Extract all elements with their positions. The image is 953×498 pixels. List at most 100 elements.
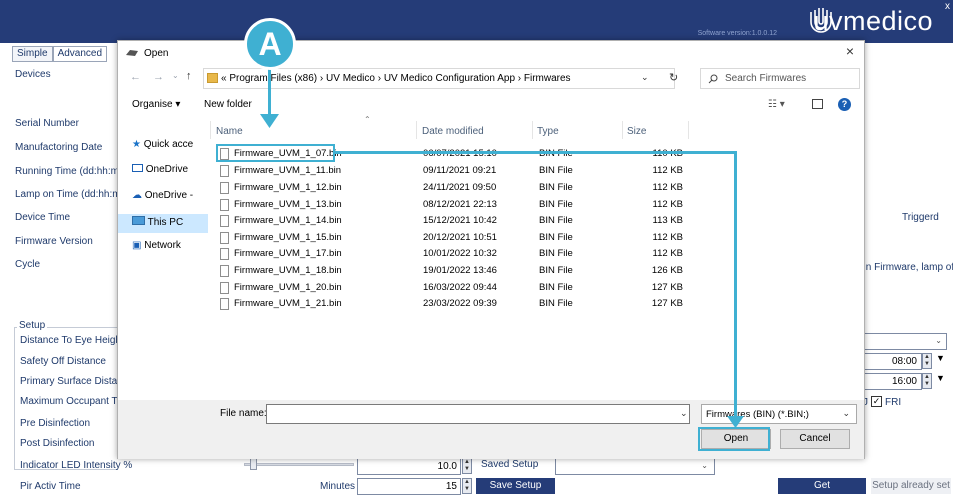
open-dialog-icon (126, 50, 138, 56)
file-date: 10/01/2022 10:32 (423, 248, 497, 259)
primary-surface-spinner[interactable]: ▲ ▼ (922, 373, 932, 389)
column-header-date[interactable]: Date modified (422, 126, 484, 137)
file-size: 112 KB (652, 232, 683, 243)
file-size: 112 KB (652, 165, 683, 176)
cancel-button[interactable]: Cancel (780, 429, 850, 449)
new-folder-button[interactable]: New folder (204, 99, 252, 110)
file-icon (220, 182, 229, 194)
file-size: 112 KB (652, 248, 683, 259)
saved-setup-select[interactable]: ⌄ (555, 458, 715, 475)
forward-arrow-icon[interactable]: → (153, 71, 164, 83)
setup-title: Setup (17, 320, 48, 331)
star-icon: ★ (132, 139, 141, 150)
file-icon (220, 199, 229, 211)
file-name-input[interactable] (266, 404, 690, 424)
firmware-version-label: Firmware Version (15, 236, 93, 247)
file-row[interactable]: Firmware_UVM_1_21.bin 23/03/2022 09:39 BIN… (215, 298, 695, 312)
app-close-button[interactable]: x (945, 1, 950, 12)
file-size: 126 KB (651, 265, 683, 276)
safety-off-time-input[interactable]: 08:00 (864, 353, 922, 370)
recent-locations-chevron-icon[interactable]: ⌄ (172, 71, 179, 80)
file-name: Firmware_UVM_1_15.bin (234, 232, 342, 243)
organise-button[interactable]: Organise ▾ (132, 99, 180, 110)
back-arrow-icon[interactable]: ← (130, 71, 141, 83)
highlight-file-box (216, 144, 335, 162)
nav-label: OneDrive (145, 164, 189, 175)
chevron-down-icon[interactable]: ▼ (936, 373, 945, 383)
led-intensity-slider-handle[interactable] (250, 458, 257, 470)
file-name: Firmware_UVM_1_13.bin (234, 199, 342, 210)
refresh-icon[interactable]: ↻ (669, 71, 678, 84)
address-bar[interactable]: « Program Files (x86) › UV Medico › UV M… (203, 68, 675, 89)
nav-quick-access[interactable]: ★ Quick acce (132, 139, 193, 150)
dialog-title: Open (144, 48, 169, 59)
firmware-lamp-status: In Firmware, lamp off (863, 262, 953, 273)
file-row[interactable]: Firmware_UVM_1_13.bin 08/12/2021 22:13 BIN… (215, 199, 695, 213)
nav-network[interactable]: ▣ Network (132, 240, 181, 251)
led-intensity-input[interactable]: 10.0 (357, 458, 461, 475)
manufacturing-date-label: Manufactoring Date (15, 142, 103, 153)
led-intensity-spinner[interactable]: ▲ ▼ (462, 458, 472, 474)
column-header-type[interactable]: Type (537, 126, 559, 137)
sort-chevron-icon: ⌃ (364, 115, 371, 124)
file-row[interactable]: Firmware_UVM_1_15.bin 20/12/2021 10:51 BIN… (215, 232, 695, 246)
cycle-label: Cycle (15, 259, 41, 270)
file-row[interactable]: Firmware_UVM_1_14.bin 15/12/2021 10:42 BIN… (215, 215, 695, 229)
triggered-text: Triggerd (902, 212, 939, 223)
chevron-down-icon: ⌄ (935, 336, 942, 345)
nav-onedrive-business[interactable]: ☁ OneDrive - (132, 190, 193, 201)
file-size: 127 KB (651, 282, 683, 293)
view-options-icon[interactable]: ☷ ▾ (768, 99, 785, 110)
chevron-down-icon[interactable]: ▼ (936, 353, 945, 363)
app-header: Software version:1.0.0.12 uvmedico x (0, 0, 953, 43)
preview-pane-icon[interactable] (812, 99, 823, 109)
file-icon (220, 215, 229, 227)
file-icon (220, 298, 229, 310)
breadcrumb[interactable]: « Program Files (x86) › UV Medico › UV M… (221, 73, 571, 84)
up-arrow-icon[interactable]: ↑ (186, 70, 192, 82)
search-placeholder: Search Firmwares (725, 73, 807, 84)
address-chevron-down-icon[interactable]: ⌄ (641, 72, 649, 83)
search-input[interactable]: Search Firmwares (700, 68, 860, 89)
column-header-name[interactable]: Name (216, 126, 243, 137)
nav-onedrive[interactable]: OneDrive (132, 164, 188, 175)
led-intensity-slider-track[interactable] (244, 463, 354, 466)
file-row[interactable]: Firmware_UVM_1_18.bin 19/01/2022 13:46 BIN… (215, 265, 695, 279)
file-row[interactable]: Firmware_UVM_1_20.bin 16/03/2022 09:44 BIN… (215, 282, 695, 296)
file-name-chevron-icon[interactable]: ⌄ (680, 408, 688, 419)
distance-select[interactable]: ⌄ (864, 333, 947, 350)
file-name: Firmware_UVM_1_11.bin (234, 165, 342, 176)
file-date: 19/01/2022 13:46 (423, 265, 497, 276)
file-row[interactable]: Firmware_UVM_1_11.bin 09/11/2021 09:21 BIN… (215, 165, 695, 179)
safety-off-spinner[interactable]: ▲ ▼ (922, 353, 932, 369)
file-type-label: Firmwares (BIN) (*.BIN;) (706, 409, 809, 420)
column-header-size[interactable]: Size (627, 126, 646, 137)
tab-simple[interactable]: Simple (12, 46, 53, 62)
file-date: 23/03/2022 09:39 (423, 298, 497, 309)
nav-this-pc[interactable]: This PC (132, 216, 183, 228)
connector-line-vertical (734, 151, 737, 421)
setup-already-set-button[interactable]: Setup already set (871, 478, 951, 494)
arrow-down-icon (260, 114, 279, 128)
marker-arrow-line (268, 68, 271, 118)
minutes-label: Minutes (320, 481, 356, 492)
file-row[interactable]: Firmware_UVM_1_17.bin 10/01/2022 10:32 BIN… (215, 248, 695, 262)
dialog-close-button[interactable]: × (846, 43, 854, 59)
pir-activ-time-spinner[interactable]: ▲ ▼ (462, 478, 472, 494)
folder-icon (207, 73, 218, 83)
setup-item-led-intensity: Indicator LED Intensity % (20, 460, 133, 471)
tab-advanced[interactable]: Advanced (52, 46, 108, 62)
running-time-label: Running Time (dd:hh:mn (15, 166, 125, 177)
primary-surface-time-input[interactable]: 16:00 (864, 373, 922, 390)
pir-activ-time-input[interactable]: 15 (357, 478, 461, 495)
file-icon (220, 282, 229, 294)
save-setup-button[interactable]: Save Setup (476, 478, 555, 494)
file-name: Firmware_UVM_1_21.bin (234, 298, 342, 309)
fri-checkbox[interactable]: ✓ (871, 396, 882, 407)
file-row[interactable]: Firmware_UVM_1_12.bin 24/11/2021 09:50 BIN… (215, 182, 695, 196)
file-type-filter[interactable]: Firmwares (BIN) (*.BIN;) ⌄ (701, 404, 857, 424)
help-icon[interactable]: ? (838, 98, 851, 111)
get-button[interactable]: Get (778, 478, 866, 494)
serial-number-label: Serial Number (15, 118, 79, 129)
app-logo-text: uvmedico (813, 6, 933, 36)
